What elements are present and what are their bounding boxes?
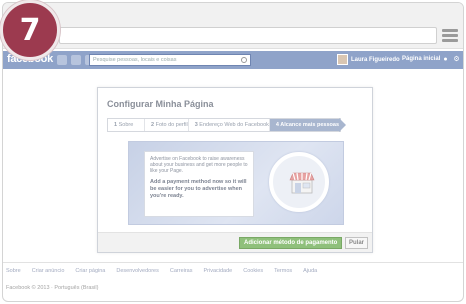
setup-page-dialog: Configurar Minha Página 1 Sobre 2 Foto d… [97,87,373,253]
step-reach-more-people[interactable]: 4 Alcance mais pessoas [269,118,347,132]
footer-link[interactable]: Ajuda [303,268,317,274]
gear-icon[interactable]: ⚙ [452,55,461,64]
browser-chrome [3,3,463,49]
storefront-icon [289,172,315,194]
promo-call-to-action: Add a payment method now so it will be e… [150,179,247,199]
step-about[interactable]: 1 Sobre [108,119,145,131]
dialog-footer: Adicionar método de pagamento Pular [98,232,372,252]
search-input[interactable]: Pesquise pessoas, locais e coisas [89,54,251,66]
copyright: Facebook © 2013 · Português (Brasil) [6,285,99,291]
avatar [337,54,348,65]
search-placeholder: Pesquise pessoas, locais e coisas [93,57,177,63]
promo-card: Advertise on Facebook to raise awareness… [144,151,254,217]
footer-link[interactable]: Carreiras [170,268,193,274]
footer-link[interactable]: Sobre [6,268,21,274]
search-icon[interactable] [241,57,247,63]
address-bar[interactable] [59,27,437,44]
footer-link[interactable]: Cookies [243,268,263,274]
footer-link[interactable]: Criar página [75,268,105,274]
promo-text: Advertise on Facebook to raise awareness… [150,156,248,174]
device-frame: facebook Pesquise pessoas, locais e cois… [2,2,464,302]
footer-link[interactable]: Criar anúncio [32,268,65,274]
step-profile-photo[interactable]: 2 Foto do perfil [145,119,189,131]
footer-link[interactable]: Termos [274,268,292,274]
setup-steps: 1 Sobre 2 Foto do perfil 3 Endereço Web … [107,118,347,132]
step-web-address[interactable]: 3 Endereço Web do Facebook [189,119,270,131]
home-link[interactable]: Página inicial [402,56,440,62]
friends-icon[interactable]: ● [441,55,450,64]
footer-link[interactable]: Privacidade [204,268,233,274]
skip-button[interactable]: Pular [345,237,369,249]
step-number-badge: 7 [0,0,60,60]
friend-requests-icon[interactable] [57,55,67,65]
menu-icon[interactable] [442,29,458,42]
footer-link[interactable]: Desenvolvedores [116,268,159,274]
facebook-top-bar: facebook Pesquise pessoas, locais e cois… [3,51,463,69]
user-profile-link[interactable]: Laura Figueiredo [337,54,400,65]
messages-icon[interactable] [71,55,81,65]
add-payment-method-button[interactable]: Adicionar método de pagamento [239,237,343,249]
store-illustration [269,152,329,212]
footer-divider [3,262,463,263]
dialog-title: Configurar Minha Página [107,99,214,109]
user-name: Laura Figueiredo [351,56,400,63]
footer-links: Sobre Criar anúncio Criar página Desenvo… [6,268,317,274]
advertise-promo: Advertise on Facebook to raise awareness… [128,141,344,225]
